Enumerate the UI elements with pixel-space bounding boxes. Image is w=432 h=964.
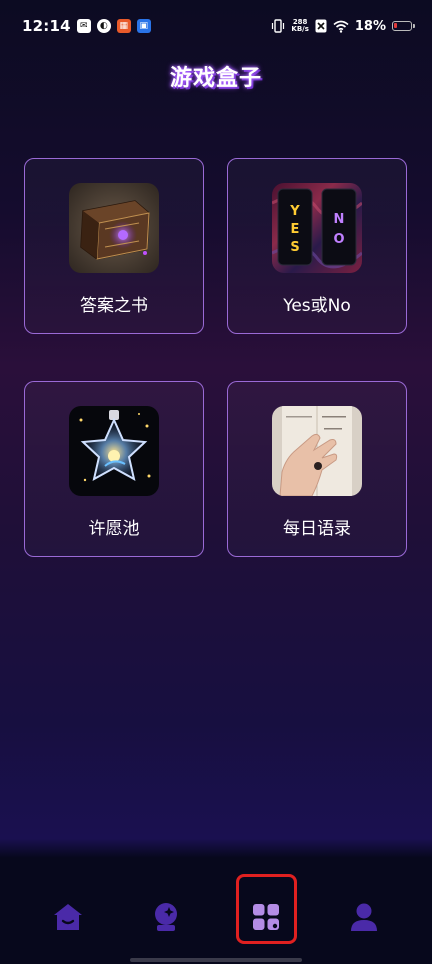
mail-notification-icon: ✉: [76, 19, 91, 33]
nav-crystal-ball[interactable]: [136, 882, 196, 952]
page-title: 游戏盒子: [169, 66, 262, 91]
nav-profile[interactable]: [334, 882, 394, 952]
magic-book-icon: [69, 183, 159, 273]
card-label: Yes或No: [283, 296, 351, 316]
svg-text:S: S: [290, 240, 299, 255]
home-icon: [54, 904, 82, 930]
card-daily-quotes[interactable]: 每日语录: [227, 381, 407, 557]
yes-no-cards-icon: Y E S N O: [272, 183, 362, 273]
card-answer-book[interactable]: 答案之书: [24, 158, 204, 334]
user-profile-icon: [351, 903, 377, 931]
status-left: 12:14 ✉ ◐ ▦ ▣: [22, 17, 151, 35]
svg-text:E: E: [291, 222, 300, 237]
highlight-box: [236, 874, 297, 944]
card-wishing-pool[interactable]: 许愿池: [24, 381, 204, 557]
app-notification-icon: ◐: [96, 19, 111, 33]
svg-text:O: O: [333, 232, 344, 247]
vibrate-icon: [272, 19, 285, 33]
news-app-notification-icon: ▦: [116, 19, 131, 33]
daily-quote-book-icon: [272, 406, 362, 496]
card-label: 许愿池: [88, 519, 140, 539]
status-right: 288 KB/s 18%: [271, 18, 415, 34]
card-label: 答案之书: [80, 296, 148, 316]
status-time: 12:14: [22, 17, 71, 35]
crystal-ball-icon: [155, 903, 177, 931]
wifi-icon: [333, 20, 349, 33]
status-bar: 12:14 ✉ ◐ ▦ ▣ 288 KB/s 18%: [0, 0, 432, 52]
svg-text:Y: Y: [289, 204, 300, 219]
network-speed-unit: KB/s: [291, 25, 309, 33]
battery-icon: [392, 21, 415, 31]
card-label: 每日语录: [283, 519, 351, 539]
network-speed: 288 KB/s: [291, 19, 308, 33]
bottom-nav: [0, 858, 432, 964]
card-yes-or-no[interactable]: Y E S N O Yes或No: [227, 158, 407, 334]
translate-app-notification-icon: ▣: [136, 19, 151, 33]
svg-text:N: N: [334, 212, 345, 227]
wish-bottle-icon: [69, 406, 159, 496]
home-indicator[interactable]: [130, 958, 302, 962]
nav-home[interactable]: [38, 882, 98, 952]
sim-disabled-icon: [315, 19, 327, 33]
battery-percent: 18%: [354, 18, 386, 34]
